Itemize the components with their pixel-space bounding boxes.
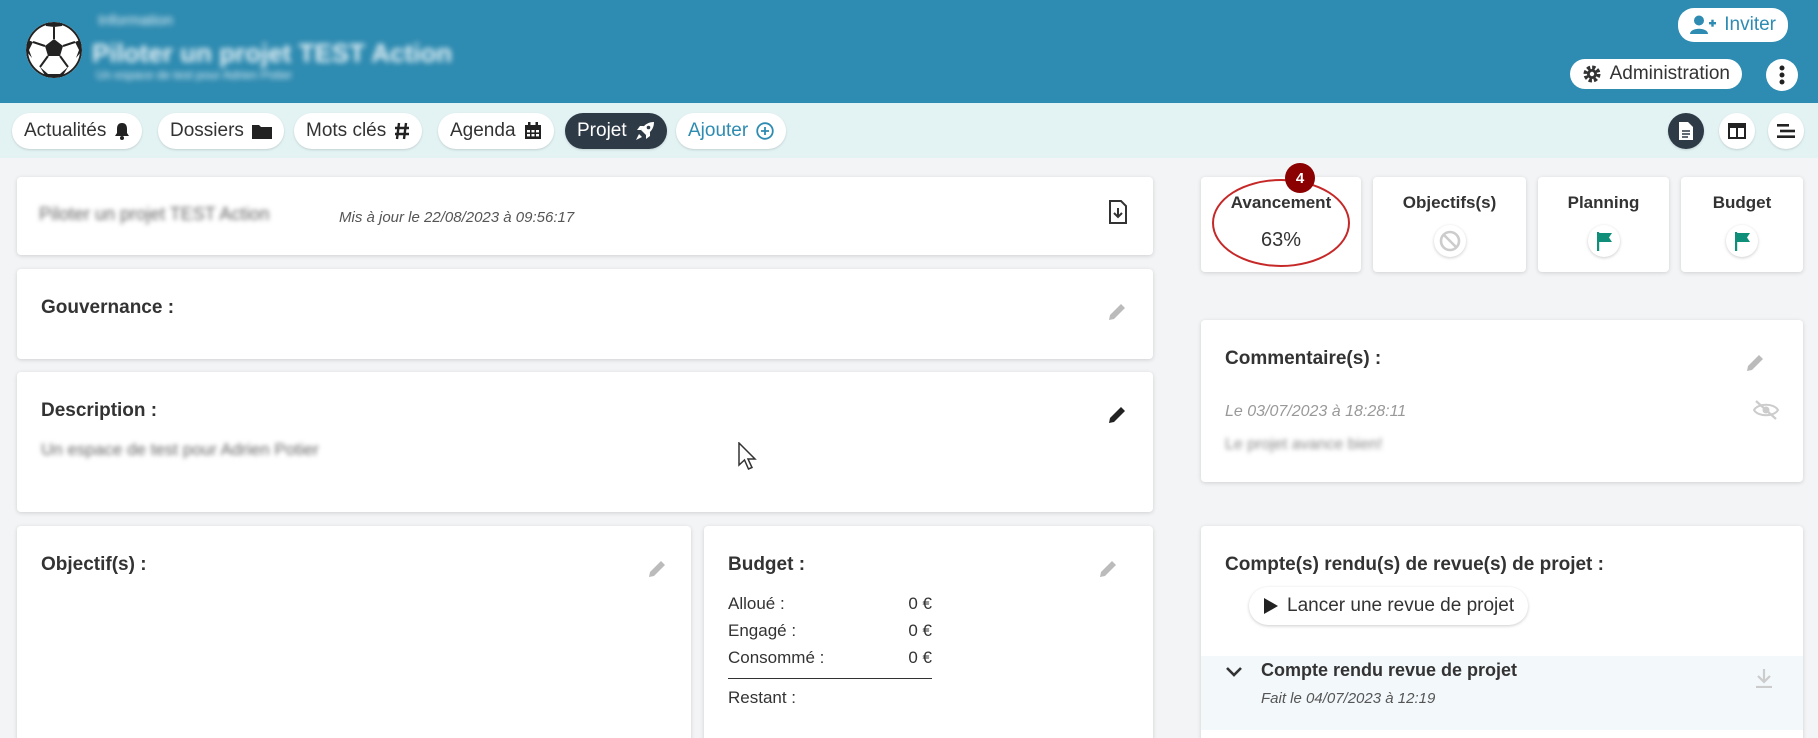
tab-projet[interactable]: Projet bbox=[565, 113, 667, 149]
play-icon bbox=[1264, 598, 1278, 614]
kpi-planning-label: Planning bbox=[1567, 193, 1640, 212]
budget-title: Budget : bbox=[728, 554, 806, 575]
tab-agenda[interactable]: Agenda bbox=[438, 113, 554, 149]
tab-label: Agenda bbox=[450, 120, 516, 141]
budget-row-consomme: Consommé : 0 € bbox=[728, 648, 932, 668]
tab-dossiers[interactable]: Dossiers bbox=[158, 113, 284, 149]
administration-label: Administration bbox=[1609, 63, 1730, 84]
review-list-item[interactable]: Compte rendu revue de projet Fait le 04/… bbox=[1201, 656, 1803, 730]
budget-row-restant: Restant : bbox=[728, 688, 932, 708]
chevron-down-icon[interactable] bbox=[1225, 666, 1243, 678]
comments-card: Commentaire(s) : Le 03/07/2023 à 18:28:1… bbox=[1201, 320, 1803, 482]
document-icon bbox=[1679, 122, 1693, 140]
comment-text: Le projet avance bien! bbox=[1225, 436, 1383, 453]
budget-row-value: 0 € bbox=[908, 648, 932, 667]
vertical-dots-icon bbox=[1779, 65, 1785, 85]
comments-title: Commentaire(s) : bbox=[1225, 348, 1382, 369]
project-updated-date: Mis à jour le 22/08/2023 à 09:56:17 bbox=[339, 209, 575, 226]
gouvernance-title: Gouvernance : bbox=[41, 297, 175, 318]
budget-row-alloue: Alloué : 0 € bbox=[728, 594, 932, 614]
kpi-planning-card[interactable]: Planning bbox=[1538, 177, 1669, 272]
budget-row-label: Alloué : bbox=[728, 594, 785, 613]
calendar-icon bbox=[524, 122, 541, 139]
review-item-title: Compte rendu revue de projet bbox=[1261, 660, 1518, 680]
invite-button[interactable]: Inviter bbox=[1678, 8, 1788, 42]
budget-row-value: 0 € bbox=[908, 621, 932, 640]
flag-icon bbox=[1726, 225, 1758, 257]
more-options-button[interactable] bbox=[1766, 59, 1798, 91]
kpi-budget-card[interactable]: Budget bbox=[1681, 177, 1803, 272]
bars-icon bbox=[1777, 124, 1795, 138]
kpi-objectifs-label: Objectifs(s) bbox=[1402, 193, 1497, 212]
folder-icon bbox=[251, 125, 272, 139]
flag-icon bbox=[1587, 225, 1620, 257]
soccer-ball-logo bbox=[26, 22, 82, 78]
tab-label: Mots clés bbox=[306, 120, 387, 141]
launch-review-button[interactable]: Lancer une revue de projet bbox=[1249, 587, 1529, 625]
budget-row-value: 0 € bbox=[908, 594, 932, 613]
eye-slash-icon[interactable] bbox=[1753, 400, 1779, 420]
pencil-icon[interactable] bbox=[1745, 353, 1765, 373]
budget-card: Budget : Alloué : 0 € Engagé : 0 € Conso… bbox=[704, 526, 1153, 738]
gear-icon bbox=[1583, 65, 1601, 83]
user-plus-icon bbox=[1690, 15, 1717, 34]
file-download-icon[interactable] bbox=[1109, 200, 1127, 224]
mouse-cursor-icon bbox=[738, 442, 757, 470]
description-title: Description : bbox=[41, 400, 158, 421]
tab-mots-cles[interactable]: Mots clés bbox=[294, 113, 423, 149]
tab-actualites[interactable]: Actualités bbox=[12, 113, 143, 149]
objectifs-title: Objectif(s) : bbox=[41, 554, 147, 575]
plus-circle-icon bbox=[756, 122, 774, 140]
highlight-annotation bbox=[1212, 179, 1350, 267]
gantt-view-button[interactable] bbox=[1768, 113, 1804, 149]
tab-ajouter[interactable]: Ajouter bbox=[676, 113, 787, 149]
step-badge: 4 bbox=[1285, 163, 1315, 193]
administration-button[interactable]: Administration bbox=[1569, 59, 1742, 89]
pencil-icon[interactable] bbox=[1098, 559, 1118, 579]
reviews-card: Compte(s) rendu(s) de revue(s) de projet… bbox=[1201, 526, 1803, 738]
document-view-button[interactable] bbox=[1668, 113, 1704, 149]
objectifs-card: Objectif(s) : bbox=[17, 526, 691, 738]
gouvernance-card: Gouvernance : bbox=[17, 269, 1153, 359]
budget-row-label: Engagé : bbox=[728, 621, 797, 640]
pencil-icon[interactable] bbox=[1107, 302, 1127, 322]
tabs-bar: Actualités Dossiers Mots clés Agenda Pro… bbox=[0, 103, 1818, 158]
kanban-view-button[interactable] bbox=[1719, 113, 1755, 149]
reviews-title: Compte(s) rendu(s) de revue(s) de projet… bbox=[1225, 554, 1604, 575]
bell-icon bbox=[115, 123, 130, 140]
budget-row-engage: Engagé : 0 € bbox=[728, 621, 932, 641]
budget-separator bbox=[728, 678, 932, 679]
kanban-icon bbox=[1728, 123, 1746, 139]
description-text: Un espace de test pour Adrien Potier bbox=[41, 440, 319, 459]
hashtag-icon bbox=[395, 122, 410, 140]
kpi-objectifs-card[interactable]: Objectifs(s) bbox=[1373, 177, 1526, 272]
header-title: Piloter un projet TEST Action bbox=[92, 38, 453, 68]
app-header: Information Piloter un projet TEST Actio… bbox=[0, 0, 1818, 103]
pencil-icon[interactable] bbox=[647, 559, 667, 579]
budget-row-label: Consommé : bbox=[728, 648, 825, 667]
tab-label: Projet bbox=[577, 120, 627, 141]
review-item-date: Fait le 04/07/2023 à 12:19 bbox=[1261, 690, 1436, 707]
rocket-icon bbox=[635, 122, 654, 140]
pencil-icon[interactable] bbox=[1107, 405, 1127, 425]
project-title-card: Piloter un projet TEST Action Mis à jour… bbox=[17, 177, 1153, 255]
launch-review-label: Lancer une revue de projet bbox=[1287, 595, 1515, 616]
header-overline: Information bbox=[98, 12, 174, 29]
comment-date: Le 03/07/2023 à 18:28:11 bbox=[1225, 403, 1407, 420]
description-card: Description : Un espace de test pour Adr… bbox=[17, 372, 1153, 512]
kpi-budget-label: Budget bbox=[1712, 193, 1772, 212]
download-icon[interactable] bbox=[1755, 668, 1773, 688]
invite-label: Inviter bbox=[1724, 14, 1776, 35]
ban-icon bbox=[1433, 225, 1466, 257]
tab-label: Actualités bbox=[24, 120, 107, 141]
budget-row-label: Restant : bbox=[728, 688, 797, 707]
tab-label: Ajouter bbox=[688, 120, 749, 141]
header-subtitle: Un espace de test pour Adrien Potier bbox=[96, 68, 293, 82]
project-name: Piloter un projet TEST Action bbox=[39, 204, 270, 224]
tab-label: Dossiers bbox=[170, 120, 244, 141]
